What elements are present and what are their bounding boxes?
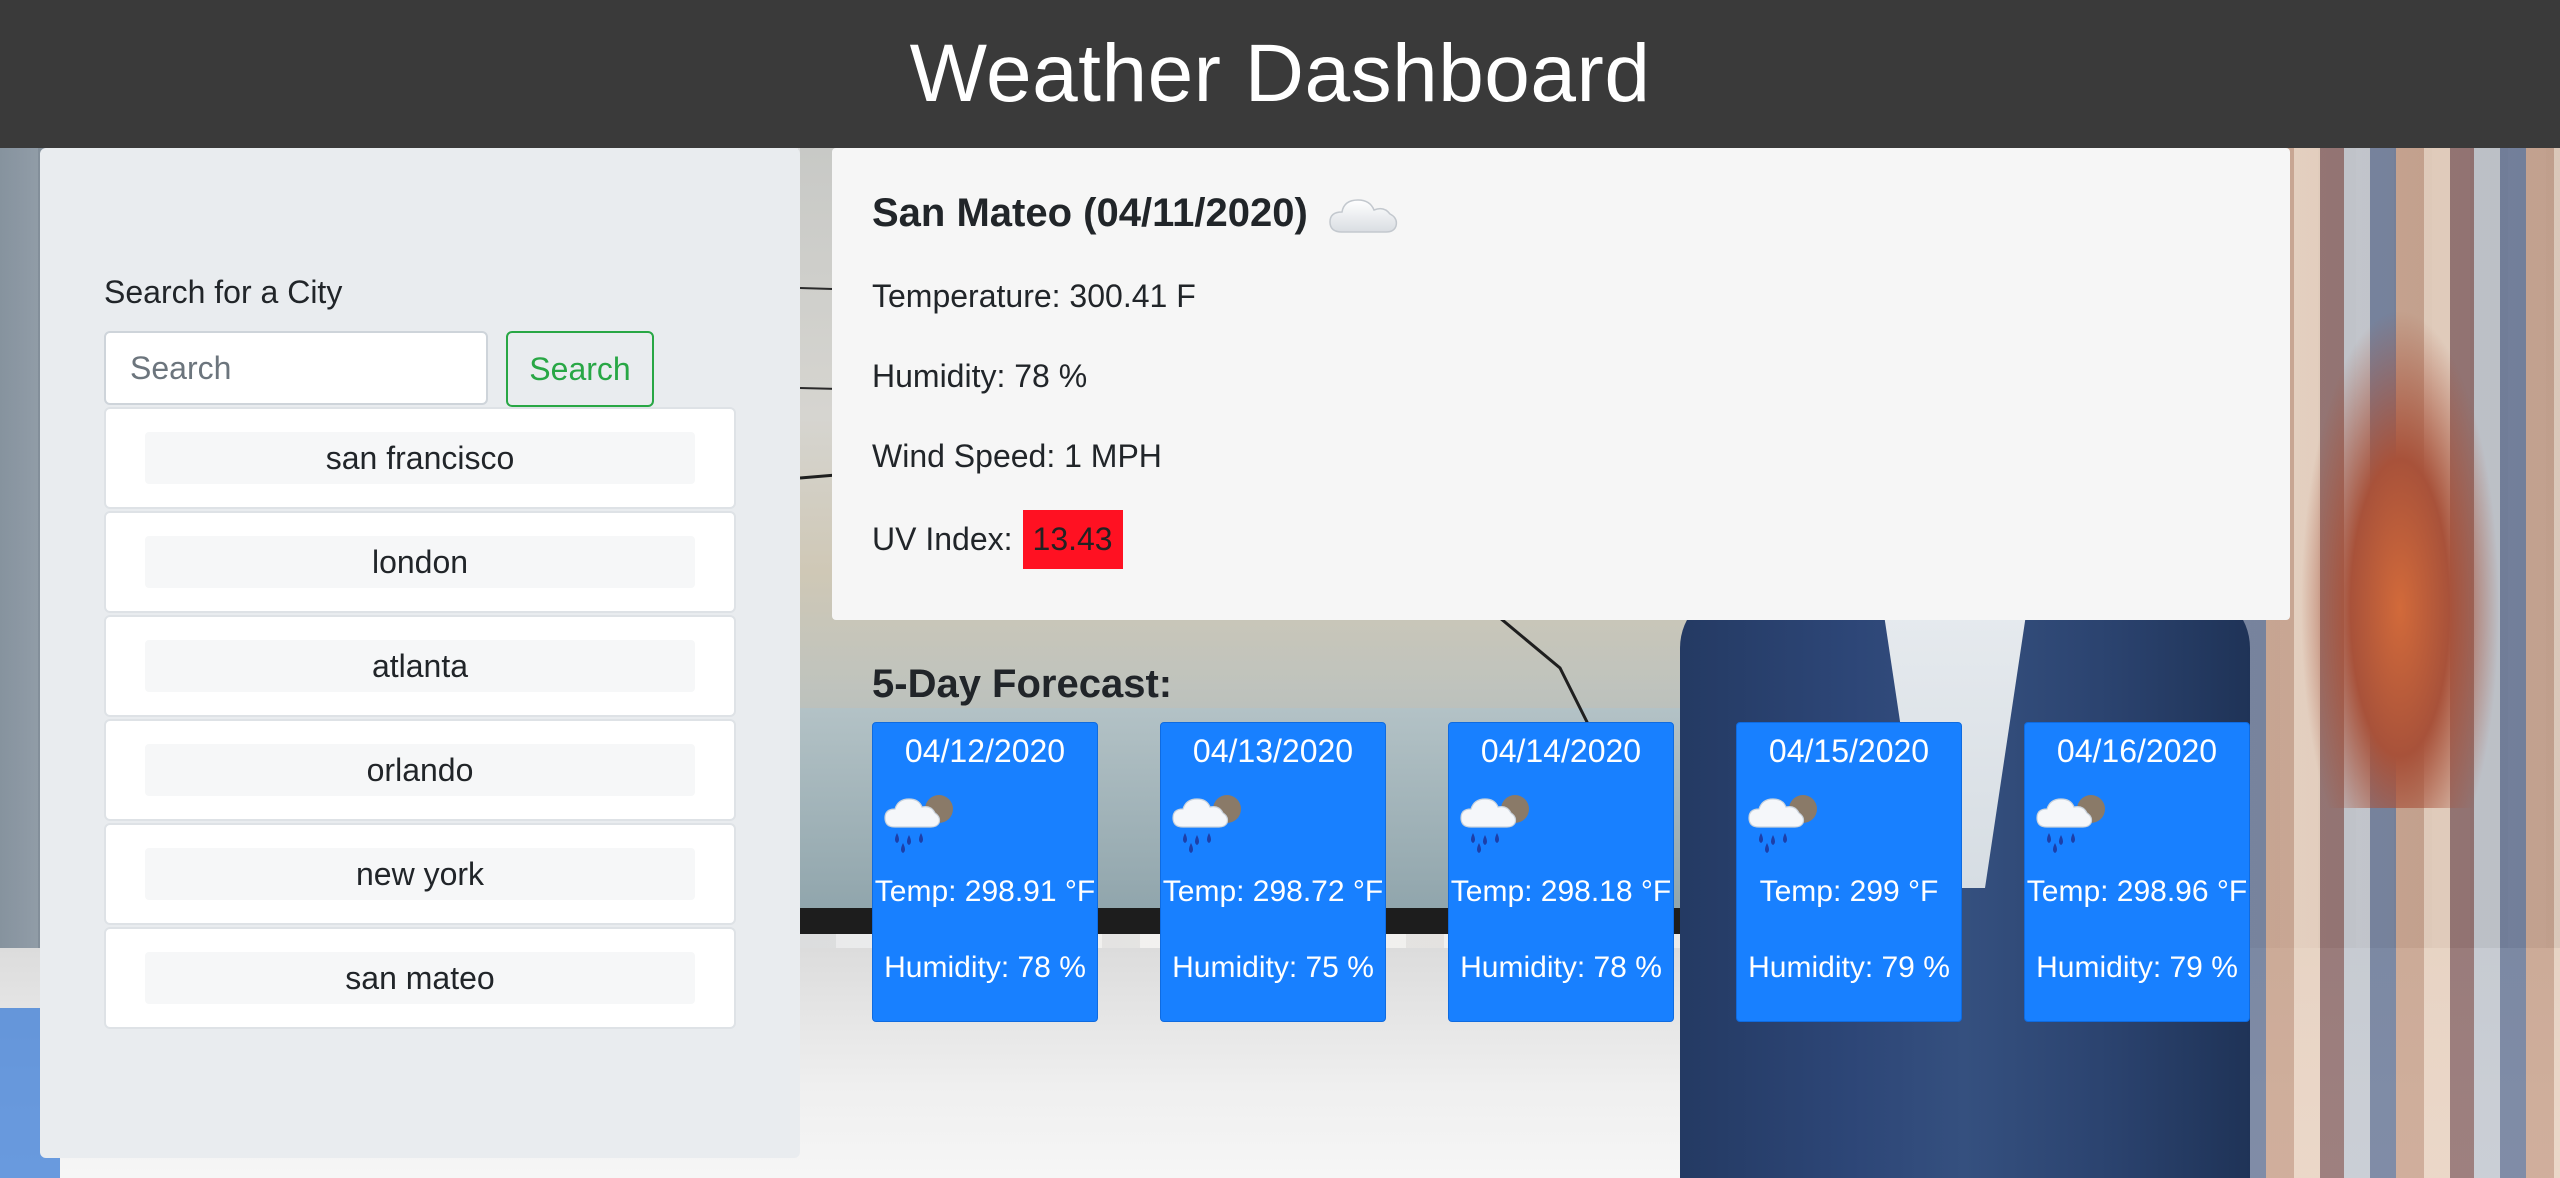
current-uv-index: UV Index: 13.43 [872,510,1123,569]
forecast-date: 04/14/2020 [1480,733,1642,769]
forecast-temp: Temp: 298.18 °F [1450,875,1672,908]
city-history-list: san francisco london atlanta orlando new… [104,407,736,1031]
forecast-date: 04/15/2020 [1768,733,1930,769]
forecast-humidity: Humidity: 75 % [1172,951,1374,984]
city-button-orlando[interactable]: orlando [145,744,695,796]
search-button[interactable]: Search [506,331,654,407]
forecast-date: 04/16/2020 [2056,733,2218,769]
rain-cloud-icon [1172,795,1241,853]
app-header: Weather Dashboard [0,0,2560,148]
list-item: san mateo [104,927,736,1029]
forecast-humidity: Humidity: 79 % [1748,951,1950,984]
search-heading: Search for a City [104,274,343,310]
rain-cloud-icon [884,795,953,853]
current-humidity: Humidity: 78 % [872,358,1088,394]
current-temperature: Temperature: 300.41 F [872,278,1196,314]
city-button-san-francisco[interactable]: san francisco [145,432,695,484]
forecast-card: 04/16/2020 Temp: 298.96 °F Humidity: 79 … [2024,722,2250,1022]
list-item: atlanta [104,615,736,717]
forecast-temp: Temp: 299 °F [1759,875,1939,908]
rain-cloud-icon [1460,795,1529,853]
current-wind-speed: Wind Speed: 1 MPH [872,438,1162,474]
page-title: Weather Dashboard [909,28,1651,119]
forecast-temp: Temp: 298.72 °F [1162,875,1384,908]
city-button-new-york[interactable]: new york [145,848,695,900]
uv-index-label: UV Index: [872,521,1013,557]
list-item: san francisco [104,407,736,509]
forecast-card: 04/13/2020 Temp: 298.72 °F Humidity: 75 … [1160,722,1386,1022]
rain-cloud-icon [2036,795,2105,853]
list-item: orlando [104,719,736,821]
forecast-card: 04/15/2020 Temp: 299 °F Humidity: 79 % [1736,722,1962,1022]
search-panel: Search for a City Search san francisco l… [40,148,800,1158]
forecast-heading: 5-Day Forecast: [872,662,1173,706]
forecast-humidity: Humidity: 78 % [884,951,1086,984]
cloud-icon [1329,199,1397,233]
forecast-row: 04/12/2020 Temp: 298.91 °F Humidity: 78 … [872,722,2252,1022]
current-city-title: San Mateo (04/11/2020) [872,190,1308,235]
studio-glow [2300,308,2500,808]
list-item: new york [104,823,736,925]
city-button-london[interactable]: london [145,536,695,588]
forecast-humidity: Humidity: 79 % [2036,951,2238,984]
city-button-atlanta[interactable]: atlanta [145,640,695,692]
city-button-san-mateo[interactable]: san mateo [145,952,695,1004]
forecast-card: 04/12/2020 Temp: 298.91 °F Humidity: 78 … [872,722,1098,1022]
forecast-temp: Temp: 298.96 °F [2026,875,2248,908]
rain-cloud-icon [1748,795,1817,853]
forecast-card: 04/14/2020 Temp: 298.18 °F Humidity: 78 … [1448,722,1674,1022]
current-weather-card: San Mateo (04/11/2020) Temperature: 300.… [832,148,2290,620]
current-title-row: San Mateo (04/11/2020) [872,188,1400,238]
list-item: london [104,511,736,613]
search-input[interactable] [104,331,488,405]
forecast-temp: Temp: 298.91 °F [874,875,1096,908]
forecast-date: 04/13/2020 [1192,733,1354,769]
forecast-humidity: Humidity: 78 % [1460,951,1662,984]
forecast-date: 04/12/2020 [904,733,1066,769]
uv-index-badge: 13.43 [1022,510,1123,569]
